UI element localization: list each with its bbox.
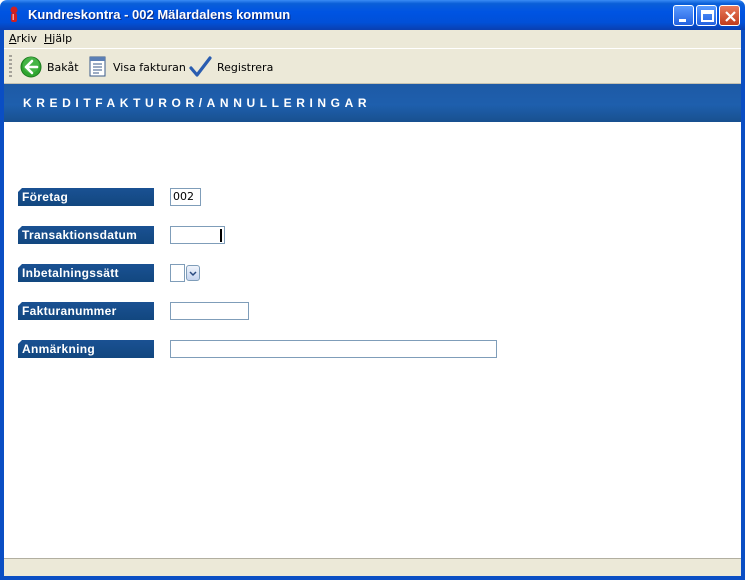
view-invoice-button[interactable]: Visa fakturan — [88, 54, 186, 80]
view-invoice-label: Visa fakturan — [113, 60, 186, 74]
register-label: Registrera — [217, 60, 274, 74]
payment-method-dropdown[interactable] — [186, 265, 200, 281]
company-label: Företag — [18, 188, 154, 206]
title-bar: Kundreskontra - 002 Mälardalens kommun — [0, 0, 745, 30]
back-button[interactable]: Bakåt — [20, 54, 79, 80]
maximize-button[interactable] — [696, 5, 717, 26]
section-header: KREDITFAKTUROR/ANNULLERINGAR — [4, 84, 741, 122]
remark-label: Anmärkning — [18, 340, 154, 358]
minimize-button[interactable] — [673, 5, 694, 26]
form-area: Företag 002 Transaktionsdatum Inbetalnin… — [4, 122, 741, 558]
close-icon — [725, 11, 736, 22]
menu-bar: Arkiv Hjälp — [4, 30, 741, 48]
window-title: Kundreskontra - 002 Mälardalens kommun — [28, 7, 291, 22]
register-button[interactable]: Registrera — [188, 54, 273, 80]
app-icon — [10, 6, 18, 22]
minimize-icon — [679, 19, 686, 22]
toolbar: Bakåt Visa fakturan Registrera — [4, 48, 741, 84]
back-label: Bakåt — [47, 60, 79, 74]
payment-method-field[interactable] — [170, 264, 185, 282]
close-button[interactable] — [719, 5, 740, 26]
company-field[interactable]: 002 — [170, 188, 201, 206]
window-frame-bottom — [0, 576, 745, 580]
status-bar — [4, 558, 741, 576]
chevron-down-icon — [189, 271, 197, 277]
toolbar-grip[interactable] — [9, 55, 12, 79]
maximize-icon — [701, 10, 714, 22]
section-title: KREDITFAKTUROR/ANNULLERINGAR — [23, 96, 372, 110]
back-arrow-icon — [20, 56, 42, 78]
payment-method-label: Inbetalningssätt — [18, 264, 154, 282]
invoice-number-label: Fakturanummer — [18, 302, 154, 320]
window-frame-right — [741, 30, 745, 580]
remark-field[interactable] — [170, 340, 497, 358]
transaction-date-label: Transaktionsdatum — [18, 226, 154, 244]
text-caret — [220, 229, 222, 242]
checkmark-icon — [189, 56, 212, 77]
document-icon — [89, 56, 106, 77]
invoice-number-field[interactable] — [170, 302, 249, 320]
menu-hjalp[interactable]: Hjälp — [44, 32, 72, 45]
transaction-date-field[interactable] — [170, 226, 225, 244]
menu-arkiv[interactable]: Arkiv — [9, 32, 37, 45]
